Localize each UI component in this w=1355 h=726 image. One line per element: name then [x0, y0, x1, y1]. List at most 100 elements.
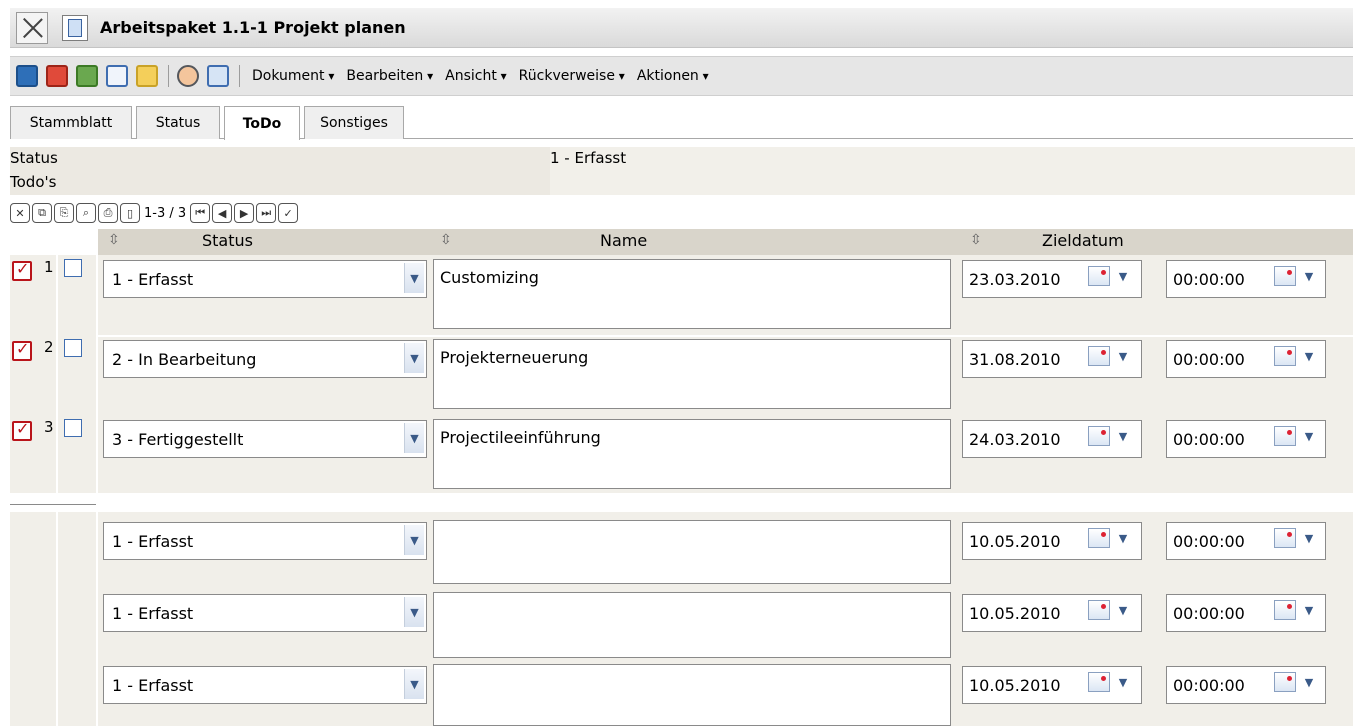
name-field[interactable] [433, 664, 951, 726]
chevron-down-icon[interactable]: ▼ [1114, 426, 1132, 446]
chevron-down-icon[interactable]: ▼ [1114, 672, 1132, 692]
delete-icon[interactable] [46, 65, 68, 87]
chevron-down-icon[interactable]: ▼ [1114, 600, 1132, 620]
name-value: Customizing [440, 268, 539, 287]
name-field[interactable]: Customizing [433, 259, 951, 329]
row-checkbox[interactable] [64, 419, 82, 437]
row-number: 3 [44, 418, 54, 436]
status-info-row: Status 1 - Erfasst [10, 147, 1355, 171]
edit-icon[interactable] [12, 339, 32, 361]
row-marker-cell [10, 662, 56, 726]
chevron-down-icon[interactable]: ▼ [1300, 672, 1318, 692]
clock-icon[interactable] [1274, 426, 1296, 446]
calendar-icon[interactable] [1088, 672, 1110, 692]
clock-icon[interactable] [1274, 600, 1296, 620]
close-button[interactable] [16, 11, 48, 44]
calendar-icon[interactable] [1088, 266, 1110, 286]
paste-row-icon[interactable]: ⎘ [54, 203, 74, 223]
calendar-icon[interactable] [1088, 426, 1110, 446]
sort-icon[interactable]: ⇳ [108, 232, 120, 248]
calendar-icon[interactable] [1088, 346, 1110, 366]
status-label: Status [10, 149, 58, 167]
calendar-icon[interactable] [1088, 528, 1110, 548]
status-select[interactable]: 1 - Erfasst ▼ [103, 666, 427, 704]
contacts-icon[interactable] [207, 65, 229, 87]
name-field[interactable] [433, 592, 951, 658]
chevron-down-icon[interactable]: ▼ [1300, 600, 1318, 620]
row-select-cell [58, 662, 96, 726]
status-select-value: 3 - Fertiggestellt [112, 430, 244, 449]
chevron-down-icon[interactable]: ▼ [404, 525, 424, 555]
copy-icon[interactable] [106, 65, 128, 87]
chevron-down-icon[interactable]: ▼ [1300, 346, 1318, 366]
document-icon [62, 14, 88, 41]
new-page-icon[interactable]: ▯ [120, 203, 140, 223]
first-page-icon[interactable]: ⏮ [190, 203, 211, 223]
menu-ansicht[interactable]: Ansicht [445, 68, 507, 84]
row-checkbox[interactable] [64, 339, 82, 357]
print-icon[interactable]: ⎙ [98, 203, 118, 223]
clock-icon[interactable] [1274, 528, 1296, 548]
clock-icon[interactable] [1274, 672, 1296, 692]
status-select-value: 1 - Erfasst [112, 676, 194, 695]
folder-icon[interactable] [136, 65, 158, 87]
name-field[interactable] [433, 520, 951, 584]
menu-bearbeiten[interactable]: Bearbeiten [346, 68, 433, 84]
menu-rueckverweise[interactable]: Rückverweise [519, 68, 625, 84]
chevron-down-icon[interactable]: ▼ [1300, 426, 1318, 446]
save-icon[interactable] [16, 65, 38, 87]
sort-icon[interactable]: ⇳ [970, 232, 982, 248]
clock-icon[interactable] [1274, 266, 1296, 286]
tab-stammblatt[interactable]: Stammblatt [10, 106, 132, 139]
add-icon[interactable] [76, 65, 98, 87]
copy-row-icon[interactable]: ⧉ [32, 203, 52, 223]
record-range: 1-3 / 3 [144, 205, 187, 221]
prev-page-icon[interactable]: ◀ [212, 203, 233, 223]
date-value: 10.05.2010 [969, 676, 1061, 695]
date-value: 10.05.2010 [969, 604, 1061, 623]
row-marker-cell [10, 590, 56, 662]
row-checkbox[interactable] [64, 259, 82, 277]
title-bar: Arbeitspaket 1.1-1 Projekt planen [10, 8, 1353, 48]
chevron-down-icon[interactable]: ▼ [404, 669, 424, 699]
chevron-down-icon[interactable]: ▼ [1300, 266, 1318, 286]
date-value: 23.03.2010 [969, 270, 1061, 289]
time-value: 00:00:00 [1173, 350, 1245, 369]
chevron-down-icon[interactable]: ▼ [404, 597, 424, 627]
chevron-down-icon[interactable]: ▼ [1114, 266, 1132, 286]
calendar-icon[interactable] [1088, 600, 1110, 620]
name-field[interactable]: Projekterneuerung [433, 339, 951, 409]
status-select[interactable]: 1 - Erfasst ▼ [103, 260, 427, 298]
status-select[interactable]: 2 - In Bearbeitung ▼ [103, 340, 427, 378]
tab-todo[interactable]: ToDo [224, 106, 300, 140]
last-page-icon[interactable]: ⏭ [256, 203, 277, 223]
chevron-down-icon[interactable]: ▼ [1300, 528, 1318, 548]
status-select-value: 1 - Erfasst [112, 604, 194, 623]
status-select[interactable]: 3 - Fertiggestellt ▼ [103, 420, 427, 458]
user-icon[interactable] [177, 65, 199, 87]
toolbar: Dokument Bearbeiten Ansicht Rückverweise… [10, 56, 1353, 96]
edit-icon[interactable] [12, 419, 32, 441]
confirm-icon[interactable]: ✓ [278, 203, 299, 223]
name-field[interactable]: Projectileeinführung [433, 419, 951, 489]
sort-icon[interactable]: ⇳ [440, 232, 452, 248]
edit-icon[interactable] [12, 259, 32, 281]
chevron-down-icon[interactable]: ▼ [404, 263, 424, 293]
status-select[interactable]: 1 - Erfasst ▼ [103, 594, 427, 632]
date-value: 24.03.2010 [969, 430, 1061, 449]
menu-aktionen[interactable]: Aktionen [637, 68, 709, 84]
chevron-down-icon[interactable]: ▼ [1114, 346, 1132, 366]
chevron-down-icon[interactable]: ▼ [1114, 528, 1132, 548]
tab-sonstiges[interactable]: Sonstiges [304, 106, 404, 139]
grid-header: ⇳ Status ⇳ Name ⇳ Zieldatum [98, 229, 1353, 255]
menu-dokument[interactable]: Dokument [252, 68, 334, 84]
clock-icon[interactable] [1274, 346, 1296, 366]
next-page-icon[interactable]: ▶ [234, 203, 255, 223]
chevron-down-icon[interactable]: ▼ [404, 343, 424, 373]
search-icon[interactable]: ⌕ [76, 203, 96, 223]
chevron-down-icon[interactable]: ▼ [404, 423, 424, 453]
delete-row-icon[interactable]: ✕ [10, 203, 30, 223]
grid-navigation: ✕ ⧉ ⎘ ⌕ ⎙ ▯ 1-3 / 3 ⏮ ◀ ▶ ⏭ ✓ [10, 200, 300, 226]
tab-status[interactable]: Status [136, 106, 220, 139]
status-select[interactable]: 1 - Erfasst ▼ [103, 522, 427, 560]
